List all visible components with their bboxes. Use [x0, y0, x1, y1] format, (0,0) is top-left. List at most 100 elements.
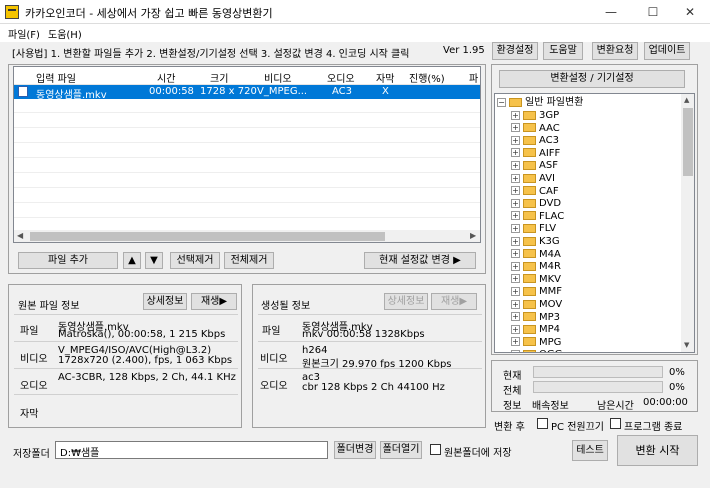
title-bar: 카카오인코더 - 세상에서 가장 쉽고 빠른 동영상변환기 — ☐ ✕ [0, 0, 710, 24]
scroll-thumb[interactable] [30, 232, 385, 241]
move-up-button[interactable]: ▲ [123, 252, 141, 269]
same-folder-checkbox[interactable] [430, 444, 441, 455]
add-file-button[interactable]: 파일 추가 [18, 252, 118, 269]
tree-item[interactable]: + MMF [511, 286, 562, 299]
tree-item[interactable]: + MP3 [511, 312, 560, 325]
tree-item[interactable]: + AAC [511, 123, 560, 136]
expand-icon[interactable]: + [511, 123, 520, 133]
source-play-button[interactable]: 재생▶ [191, 293, 237, 310]
expand-icon[interactable]: + [511, 173, 520, 183]
scroll-right-icon[interactable]: ▶ [470, 231, 476, 240]
start-convert-button[interactable]: 변환 시작 [617, 435, 698, 466]
tree-item-label: MP3 [539, 311, 561, 323]
expand-icon[interactable]: + [511, 261, 520, 271]
expand-icon[interactable]: + [511, 337, 520, 347]
col-input-file[interactable]: 입력 파일 [36, 70, 76, 85]
tree-item-label: FLAC [539, 210, 565, 222]
expand-icon[interactable]: + [511, 299, 520, 309]
close-button[interactable]: ✕ [677, 3, 703, 21]
preset-tree[interactable]: − 일반 파일변환 +3GP + AAC + AC3 + AIFF + ASF + AVI + CAF + D… [494, 93, 695, 353]
expand-icon[interactable]: + [511, 286, 520, 296]
file-table[interactable]: 입력 파일 시간 크기 비디오 오디오 자막 진행(%) 파 동영상샘플.mkv… [13, 66, 481, 243]
tree-item-label: AAC [539, 122, 560, 134]
tree-item[interactable]: + K3G [511, 236, 560, 249]
menu-file[interactable]: 파일(F) [8, 26, 40, 41]
tree-item[interactable]: + ASF [511, 160, 558, 173]
remove-selected-button[interactable]: 선택제거 [170, 252, 220, 269]
expand-icon[interactable]: + [511, 148, 520, 158]
output-play-button[interactable]: 재생▶ [431, 293, 477, 310]
expand-icon[interactable]: + [511, 135, 520, 145]
open-folder-button[interactable]: 폴더열기 [380, 441, 422, 459]
scroll-up-icon[interactable]: ▲ [684, 96, 689, 104]
col-size[interactable]: 크기 [210, 70, 228, 85]
col-time[interactable]: 시간 [157, 70, 175, 85]
tree-root[interactable]: − 일반 파일변환 [497, 97, 583, 110]
source-info-title: 원본 파일 정보 [18, 301, 80, 312]
vertical-scrollbar[interactable]: ▲ ▼ [681, 94, 694, 352]
remove-all-button[interactable]: 전체제거 [224, 252, 274, 269]
program-exit-checkbox[interactable] [610, 418, 621, 429]
expand-icon[interactable]: + [511, 198, 520, 208]
expand-icon[interactable]: + [511, 186, 520, 196]
info-label: 정보 [503, 401, 522, 412]
expand-icon[interactable]: + [511, 349, 520, 352]
apply-settings-button[interactable]: 현재 설정값 변경 ▶ [364, 252, 476, 269]
tree-item[interactable]: + OGG [511, 349, 562, 352]
expand-icon[interactable]: + [511, 110, 520, 120]
tree-item[interactable]: + FLV [511, 223, 556, 236]
output-audio-label: 오디오 [260, 381, 288, 392]
update-button[interactable]: 업데이트 [644, 42, 690, 60]
expand-icon[interactable]: + [511, 312, 520, 322]
col-extra[interactable]: 파 [469, 70, 478, 85]
tree-item[interactable]: + MPG [511, 337, 561, 350]
save-path-input[interactable]: D:₩샘플 [55, 441, 328, 459]
menu-help[interactable]: 도움(H) [48, 26, 82, 41]
col-progress[interactable]: 진행(%) [409, 70, 445, 85]
tree-item[interactable]: + MOV [511, 299, 562, 312]
minimize-button[interactable]: — [598, 3, 624, 21]
tree-item[interactable]: + MKV [511, 274, 561, 287]
horizontal-scrollbar[interactable]: ◀ ▶ [14, 230, 480, 242]
tree-item[interactable]: + M4A [511, 249, 561, 262]
tree-item[interactable]: + AVI [511, 173, 555, 186]
change-folder-button[interactable]: 폴더변경 [334, 441, 376, 459]
tree-item[interactable]: + MP4 [511, 324, 560, 337]
expand-icon[interactable]: + [511, 211, 520, 221]
request-button[interactable]: 변환요청 [592, 42, 638, 60]
scroll-thumb[interactable] [683, 108, 693, 176]
tree-item[interactable]: + AIFF [511, 148, 560, 161]
tree-item[interactable]: + FLAC [511, 211, 564, 224]
grid-line [14, 202, 480, 203]
tree-item[interactable]: + CAF [511, 186, 559, 199]
expand-icon[interactable]: + [511, 160, 520, 170]
maximize-button[interactable]: ☐ [640, 3, 666, 21]
pc-off-checkbox[interactable] [537, 418, 548, 429]
window-title: 카카오인코더 - 세상에서 가장 쉽고 빠른 동영상변환기 [25, 7, 273, 20]
col-video[interactable]: 비디오 [264, 70, 292, 85]
source-file-info: Matroska(), 00:00:58, 1 215 Kbps [58, 329, 226, 340]
row-video: V_MPEG... [257, 86, 308, 97]
table-row[interactable]: 동영상샘플.mkv 00:00:58 1728 x 720 V_MPEG... … [14, 85, 480, 101]
expand-icon[interactable]: + [511, 324, 520, 334]
test-button[interactable]: 테스트 [572, 440, 608, 461]
output-detail-button[interactable]: 상세정보 [384, 293, 428, 310]
tree-item[interactable]: + DVD [511, 198, 561, 211]
tree-item[interactable]: + AC3 [511, 135, 559, 148]
collapse-icon[interactable]: − [497, 97, 506, 107]
scroll-down-icon[interactable]: ▼ [684, 341, 689, 349]
tree-item[interactable]: + M4R [511, 261, 561, 274]
move-down-button[interactable]: ▼ [145, 252, 163, 269]
settings-button[interactable]: 환경설정 [492, 42, 538, 60]
preset-settings-button[interactable]: 변환설정 / 기기설정 [499, 70, 685, 88]
help-button[interactable]: 도움말 [543, 42, 583, 60]
expand-icon[interactable]: + [511, 236, 520, 246]
col-audio[interactable]: 오디오 [327, 70, 355, 85]
expand-icon[interactable]: + [511, 274, 520, 284]
expand-icon[interactable]: + [511, 223, 520, 233]
expand-icon[interactable]: + [511, 249, 520, 259]
col-subtitle[interactable]: 자막 [376, 70, 394, 85]
tree-item[interactable]: +3GP [511, 110, 559, 123]
source-detail-button[interactable]: 상세정보 [143, 293, 187, 310]
scroll-left-icon[interactable]: ◀ [17, 231, 23, 240]
